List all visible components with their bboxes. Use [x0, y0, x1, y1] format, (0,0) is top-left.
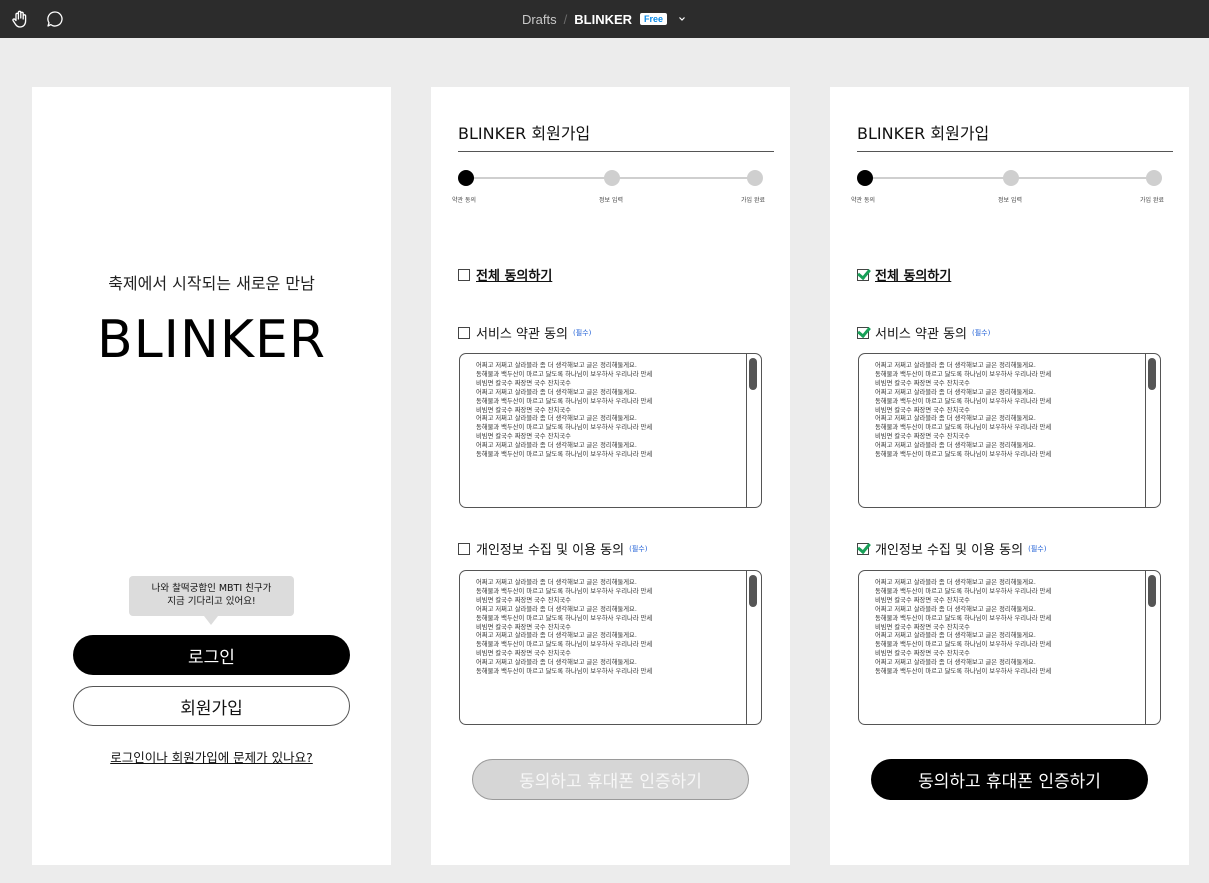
agree-all-label[interactable]: 전체 동의하기: [476, 265, 552, 284]
scrollbar-thumb[interactable]: [1148, 575, 1156, 607]
terms-text: 어쩌고 저쩌고 살라블라 좀 더 생각해보고 글은 정리해둘게요. 동해물과 백…: [476, 579, 653, 676]
tooltip-bubble: 나와 찰떡궁합인 MBTI 친구가 지금 기다리고 있어요!: [129, 576, 294, 625]
file-name[interactable]: BLINKER: [574, 12, 632, 27]
tagline: 축제에서 시작되는 새로운 만남: [108, 274, 315, 293]
privacy-terms-row[interactable]: 개인정보 수집 및 이용 동의 (필수): [458, 539, 647, 558]
required-tag: (필수): [1028, 544, 1047, 553]
service-terms-row[interactable]: 서비스 약관 동의 (필수): [857, 323, 990, 342]
login-button[interactable]: 로그인: [73, 635, 350, 675]
service-terms-checkbox[interactable]: [458, 326, 470, 339]
terms-text: 어쩌고 저쩌고 살라블라 좀 더 생각해보고 글은 정리해둘게요. 동해물과 백…: [476, 362, 653, 459]
signup-terms-screen-checked: BLINKER 회원가입 약관 동의 정보 입력 가입 완료 전체 동의하기 서…: [830, 87, 1189, 865]
terms-text: 어쩌고 저쩌고 살라블라 좀 더 생각해보고 글은 정리해둘게요. 동해물과 백…: [875, 362, 1052, 459]
signup-terms-screen-unchecked: BLINKER 회원가입 약관 동의 정보 입력 가입 완료 전체 동의하기 서…: [431, 87, 790, 865]
privacy-terms-row[interactable]: 개인정보 수집 및 이용 동의 (필수): [857, 539, 1046, 558]
agree-all-row[interactable]: 전체 동의하기: [458, 265, 552, 284]
agree-all-checkbox[interactable]: [458, 268, 470, 281]
service-terms-checkbox[interactable]: [857, 326, 869, 339]
service-terms-label[interactable]: 서비스 약관 동의: [476, 323, 568, 342]
title-divider: [857, 151, 1173, 152]
service-terms-label[interactable]: 서비스 약관 동의: [875, 323, 967, 342]
breadcrumb-separator: /: [563, 11, 568, 27]
step-dot: [1146, 170, 1162, 186]
agree-verify-phone-button[interactable]: 동의하고 휴대폰 인증하기: [871, 759, 1148, 800]
step-label: 약관 동의: [452, 197, 476, 204]
scrollbar-thumb[interactable]: [749, 358, 757, 390]
scrollbar[interactable]: [1145, 571, 1160, 724]
help-link[interactable]: 로그인이나 회원가입에 문제가 있나요?: [32, 747, 391, 766]
scrollbar-thumb[interactable]: [1148, 358, 1156, 390]
breadcrumb: Drafts / BLINKER Free: [0, 0, 1209, 38]
step-label: 가입 완료: [1140, 197, 1164, 204]
step-dot: [1003, 170, 1019, 186]
step-label: 가입 완료: [741, 197, 765, 204]
tooltip-line: 나와 찰떡궁합인 MBTI 친구가: [151, 583, 272, 594]
login-screen: 축제에서 시작되는 새로운 만남 BLINKER 나와 찰떡궁합인 MBTI 친…: [32, 87, 391, 865]
service-terms-textbox[interactable]: 어쩌고 저쩌고 살라블라 좀 더 생각해보고 글은 정리해둘게요. 동해물과 백…: [858, 353, 1161, 508]
step-label: 정보 입력: [998, 197, 1022, 204]
app-logo: BLINKER: [97, 310, 326, 370]
agree-all-row[interactable]: 전체 동의하기: [857, 265, 951, 284]
page-title: BLINKER 회원가입: [458, 124, 591, 143]
title-divider: [458, 151, 774, 152]
agree-all-label[interactable]: 전체 동의하기: [875, 265, 951, 284]
privacy-terms-checkbox[interactable]: [857, 542, 869, 555]
step-dot: [604, 170, 620, 186]
required-tag: (필수): [629, 544, 648, 553]
chevron-down-icon[interactable]: [677, 14, 687, 24]
required-tag: (필수): [972, 328, 991, 337]
service-terms-row[interactable]: 서비스 약관 동의 (필수): [458, 323, 591, 342]
step-dot: [747, 170, 763, 186]
scrollbar-thumb[interactable]: [749, 575, 757, 607]
step-dot-active: [857, 170, 873, 186]
agree-all-checkbox[interactable]: [857, 268, 869, 281]
signup-button[interactable]: 회원가입: [73, 686, 350, 726]
scrollbar[interactable]: [746, 571, 761, 724]
privacy-terms-textbox[interactable]: 어쩌고 저쩌고 살라블라 좀 더 생각해보고 글은 정리해둘게요. 동해물과 백…: [459, 570, 762, 725]
privacy-terms-label[interactable]: 개인정보 수집 및 이용 동의: [476, 539, 624, 558]
step-dot-active: [458, 170, 474, 186]
terms-text: 어쩌고 저쩌고 살라블라 좀 더 생각해보고 글은 정리해둘게요. 동해물과 백…: [875, 579, 1052, 676]
required-tag: (필수): [573, 328, 592, 337]
privacy-terms-textbox[interactable]: 어쩌고 저쩌고 살라블라 좀 더 생각해보고 글은 정리해둘게요. 동해물과 백…: [858, 570, 1161, 725]
step-label: 약관 동의: [851, 197, 875, 204]
page-title: BLINKER 회원가입: [857, 124, 990, 143]
plan-badge: Free: [640, 13, 668, 25]
privacy-terms-checkbox[interactable]: [458, 542, 470, 555]
tooltip-line: 지금 기다리고 있어요!: [167, 596, 256, 607]
agree-verify-phone-button[interactable]: 동의하고 휴대폰 인증하기: [472, 759, 749, 800]
top-toolbar: Drafts / BLINKER Free: [0, 0, 1209, 38]
service-terms-textbox[interactable]: 어쩌고 저쩌고 살라블라 좀 더 생각해보고 글은 정리해둘게요. 동해물과 백…: [459, 353, 762, 508]
scrollbar[interactable]: [746, 354, 761, 507]
breadcrumb-drafts[interactable]: Drafts: [522, 12, 557, 27]
step-label: 정보 입력: [599, 197, 623, 204]
scrollbar[interactable]: [1145, 354, 1160, 507]
privacy-terms-label[interactable]: 개인정보 수집 및 이용 동의: [875, 539, 1023, 558]
